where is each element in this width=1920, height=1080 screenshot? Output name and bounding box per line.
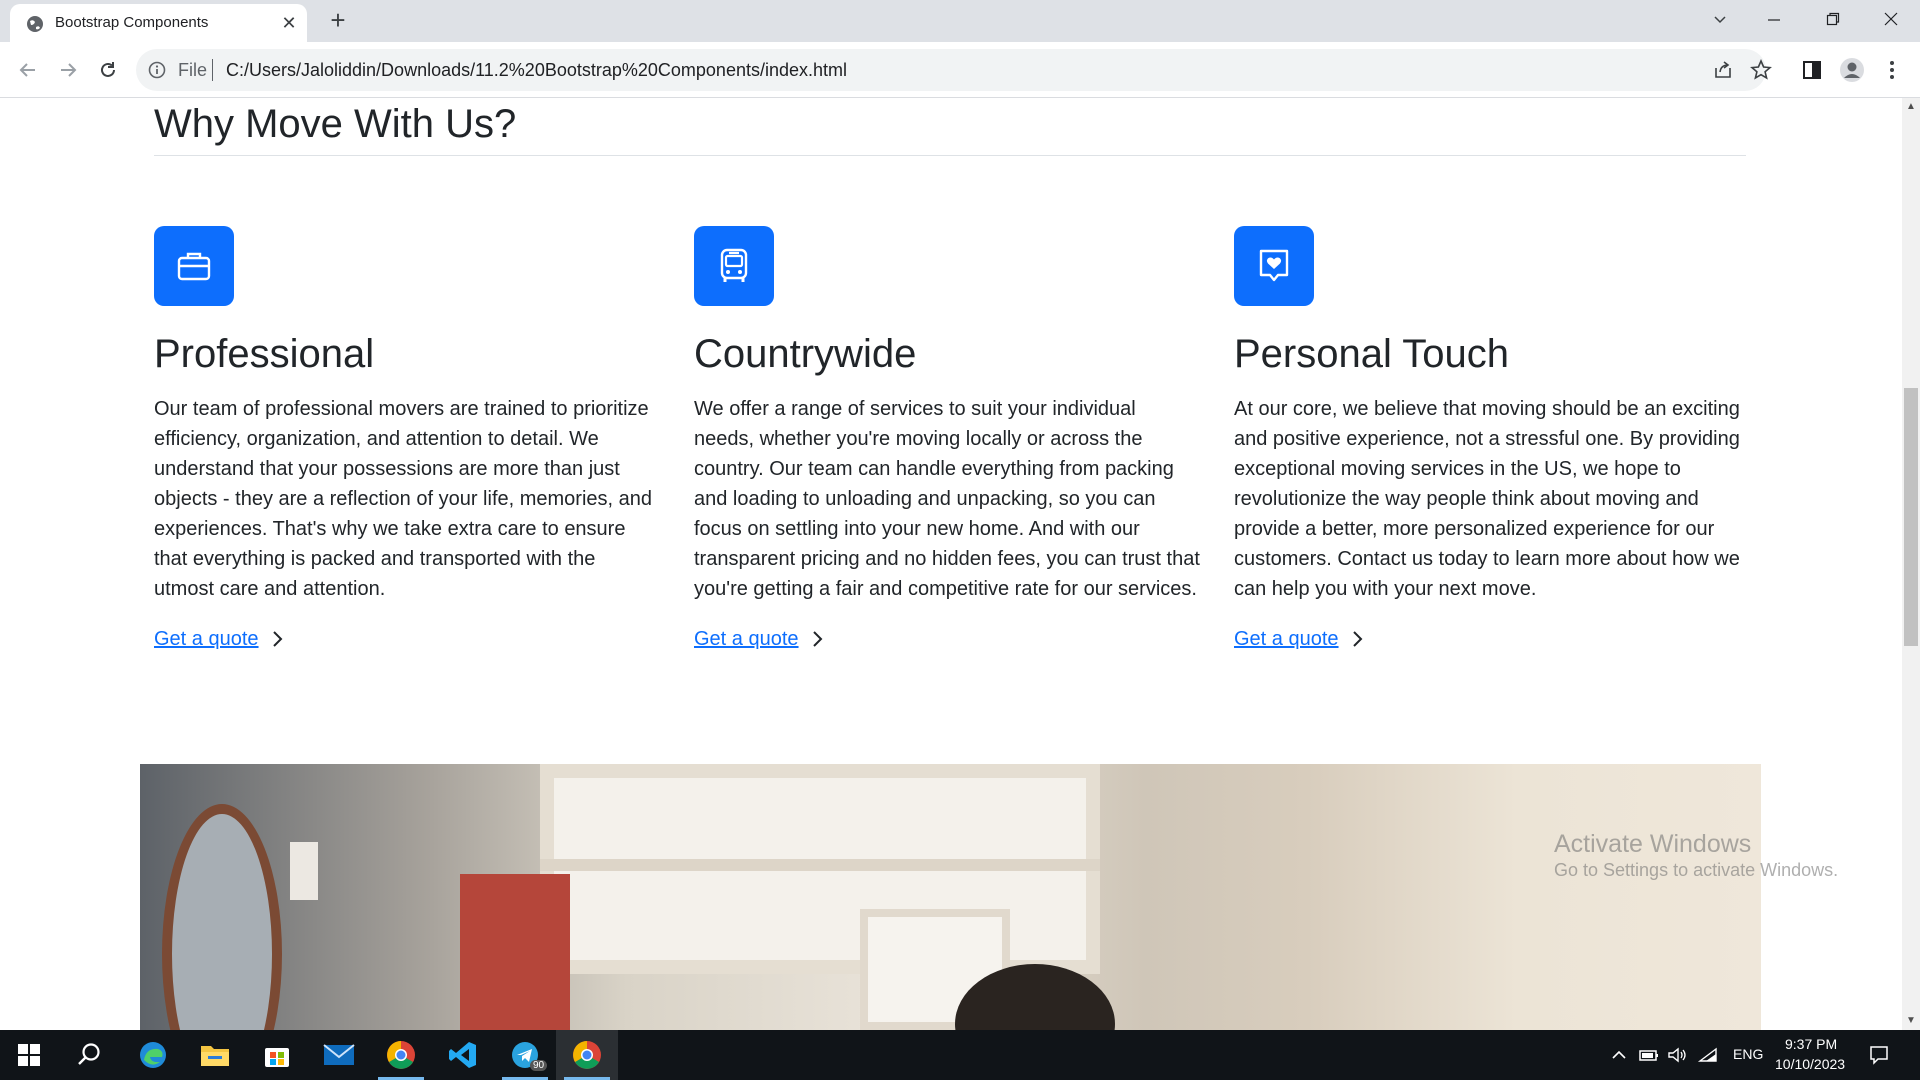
get-quote-link[interactable]: Get a quote — [694, 624, 825, 654]
window-bar-shape — [540, 859, 1100, 871]
bus-icon — [720, 248, 748, 282]
telegram-badge: 90 — [530, 1060, 548, 1071]
tab-title: Bootstrap Components — [55, 14, 209, 31]
side-panel-icon[interactable] — [1798, 56, 1826, 84]
reload-icon — [101, 62, 115, 77]
feature-title: Professional — [154, 332, 375, 376]
hero-image — [140, 764, 1761, 1030]
taskbar-store[interactable] — [246, 1030, 308, 1080]
info-icon[interactable] — [148, 61, 166, 79]
vscode-icon — [449, 1042, 476, 1068]
edge-browser-icon — [140, 1042, 166, 1068]
restore-button[interactable] — [1813, 4, 1853, 36]
feature-title: Personal Touch — [1234, 332, 1509, 376]
scroll-thumb[interactable] — [1904, 388, 1918, 646]
light-switch-shape — [290, 842, 318, 900]
bookmark-star-icon[interactable] — [1750, 59, 1772, 81]
feature-description: Our team of professional movers are trai… — [154, 398, 653, 600]
scroll-up-arrow-icon[interactable]: ▲ — [1902, 98, 1920, 116]
mirror-shape — [162, 804, 282, 1030]
browser-toolbar: File C:/Users/Jaloliddin/Downloads/11.2%… — [0, 42, 1920, 98]
feature-icon-box — [1234, 226, 1314, 306]
feature-description: We offer a range of services to suit you… — [694, 398, 1200, 600]
globe-icon — [27, 16, 43, 32]
back-button[interactable] — [12, 54, 44, 86]
feature-professional: Professional Our team of professional mo… — [154, 226, 660, 654]
folder-icon — [201, 1046, 229, 1066]
search-icon — [78, 1043, 100, 1065]
arrow-left-icon — [19, 63, 35, 77]
chevron-right-icon — [812, 631, 822, 647]
clock-date[interactable]: 10/10/2023 — [1775, 1056, 1845, 1072]
link-label: Get a quote — [694, 628, 799, 650]
profile-avatar-icon[interactable] — [1838, 56, 1866, 84]
link-label: Get a quote — [1234, 628, 1339, 650]
activate-windows-title: Activate Windows — [1554, 830, 1752, 858]
activate-windows-subtitle: Go to Settings to activate Windows. — [1554, 860, 1839, 880]
tab-search-icon[interactable] — [1700, 4, 1740, 36]
briefcase-icon — [177, 252, 211, 281]
taskbar-telegram[interactable]: 90 — [494, 1030, 556, 1080]
scheme-label: File — [178, 60, 208, 80]
page-scrollbar[interactable]: ▲ ▼ — [1902, 98, 1920, 1030]
minimize-button[interactable] — [1754, 4, 1794, 36]
clock-time[interactable]: 9:37 PM — [1785, 1036, 1837, 1052]
chevron-right-icon — [272, 631, 282, 647]
volume-icon[interactable] — [1666, 1044, 1688, 1066]
reload-button[interactable] — [92, 54, 124, 86]
chevron-up-icon[interactable] — [1608, 1044, 1630, 1066]
taskbar-file-explorer[interactable] — [184, 1030, 246, 1080]
feature-title: Countrywide — [694, 332, 917, 376]
section-divider — [154, 155, 1746, 156]
section-title: Why Move With Us? — [154, 102, 517, 146]
share-icon[interactable] — [1712, 59, 1734, 81]
close-tab-icon[interactable]: ✕ — [278, 12, 300, 34]
address-bar[interactable]: File C:/Users/Jaloliddin/Downloads/11.2%… — [136, 49, 1772, 91]
door-shape — [460, 874, 570, 1030]
url-text[interactable]: C:/Users/Jaloliddin/Downloads/11.2%20Boo… — [226, 60, 847, 81]
search-button[interactable] — [58, 1030, 120, 1080]
arrow-right-icon — [61, 63, 77, 77]
start-button[interactable] — [0, 1030, 58, 1080]
windows-logo-icon — [18, 1044, 40, 1066]
taskbar-mail[interactable] — [308, 1030, 370, 1080]
wifi-icon[interactable] — [1697, 1044, 1719, 1066]
browser-tab[interactable]: Bootstrap Components ✕ — [10, 4, 307, 42]
taskbar-chrome[interactable] — [370, 1030, 432, 1080]
feature-icon-box — [694, 226, 774, 306]
chevron-right-icon — [1352, 631, 1362, 647]
tab-strip: Bootstrap Components ✕ + — [0, 0, 1920, 42]
chrome-icon — [573, 1041, 601, 1069]
chat-heart-icon — [1259, 249, 1289, 282]
link-label: Get a quote — [154, 628, 259, 650]
page-viewport: Why Move With Us? Professional Our team … — [0, 98, 1902, 1030]
notification-icon[interactable] — [1868, 1044, 1890, 1066]
feature-personal-touch: Personal Touch At our core, we believe t… — [1234, 226, 1740, 654]
chrome-icon — [387, 1041, 415, 1069]
get-quote-link[interactable]: Get a quote — [154, 624, 285, 654]
feature-countrywide: Countrywide We offer a range of services… — [694, 226, 1200, 654]
battery-icon[interactable] — [1638, 1044, 1660, 1066]
new-tab-button[interactable]: + — [324, 7, 352, 35]
feature-description: At our core, we believe that moving shou… — [1234, 398, 1740, 600]
mail-envelope-icon — [323, 1044, 355, 1065]
taskbar-edge[interactable] — [122, 1030, 184, 1080]
close-window-button[interactable] — [1871, 4, 1911, 36]
taskbar-chrome-active[interactable] — [556, 1030, 618, 1080]
windows-taskbar: 90 ENG 9:37 PM 10/10/2023 — [0, 1030, 1920, 1080]
get-quote-link[interactable]: Get a quote — [1234, 624, 1365, 654]
taskbar-vscode[interactable] — [432, 1030, 494, 1080]
language-indicator[interactable]: ENG — [1733, 1046, 1763, 1062]
scroll-down-arrow-icon[interactable]: ▼ — [1902, 1012, 1920, 1030]
divider — [212, 59, 213, 81]
store-bag-icon — [265, 1048, 289, 1067]
menu-kebab-icon[interactable] — [1878, 56, 1906, 84]
feature-icon-box — [154, 226, 234, 306]
forward-button[interactable] — [52, 54, 84, 86]
